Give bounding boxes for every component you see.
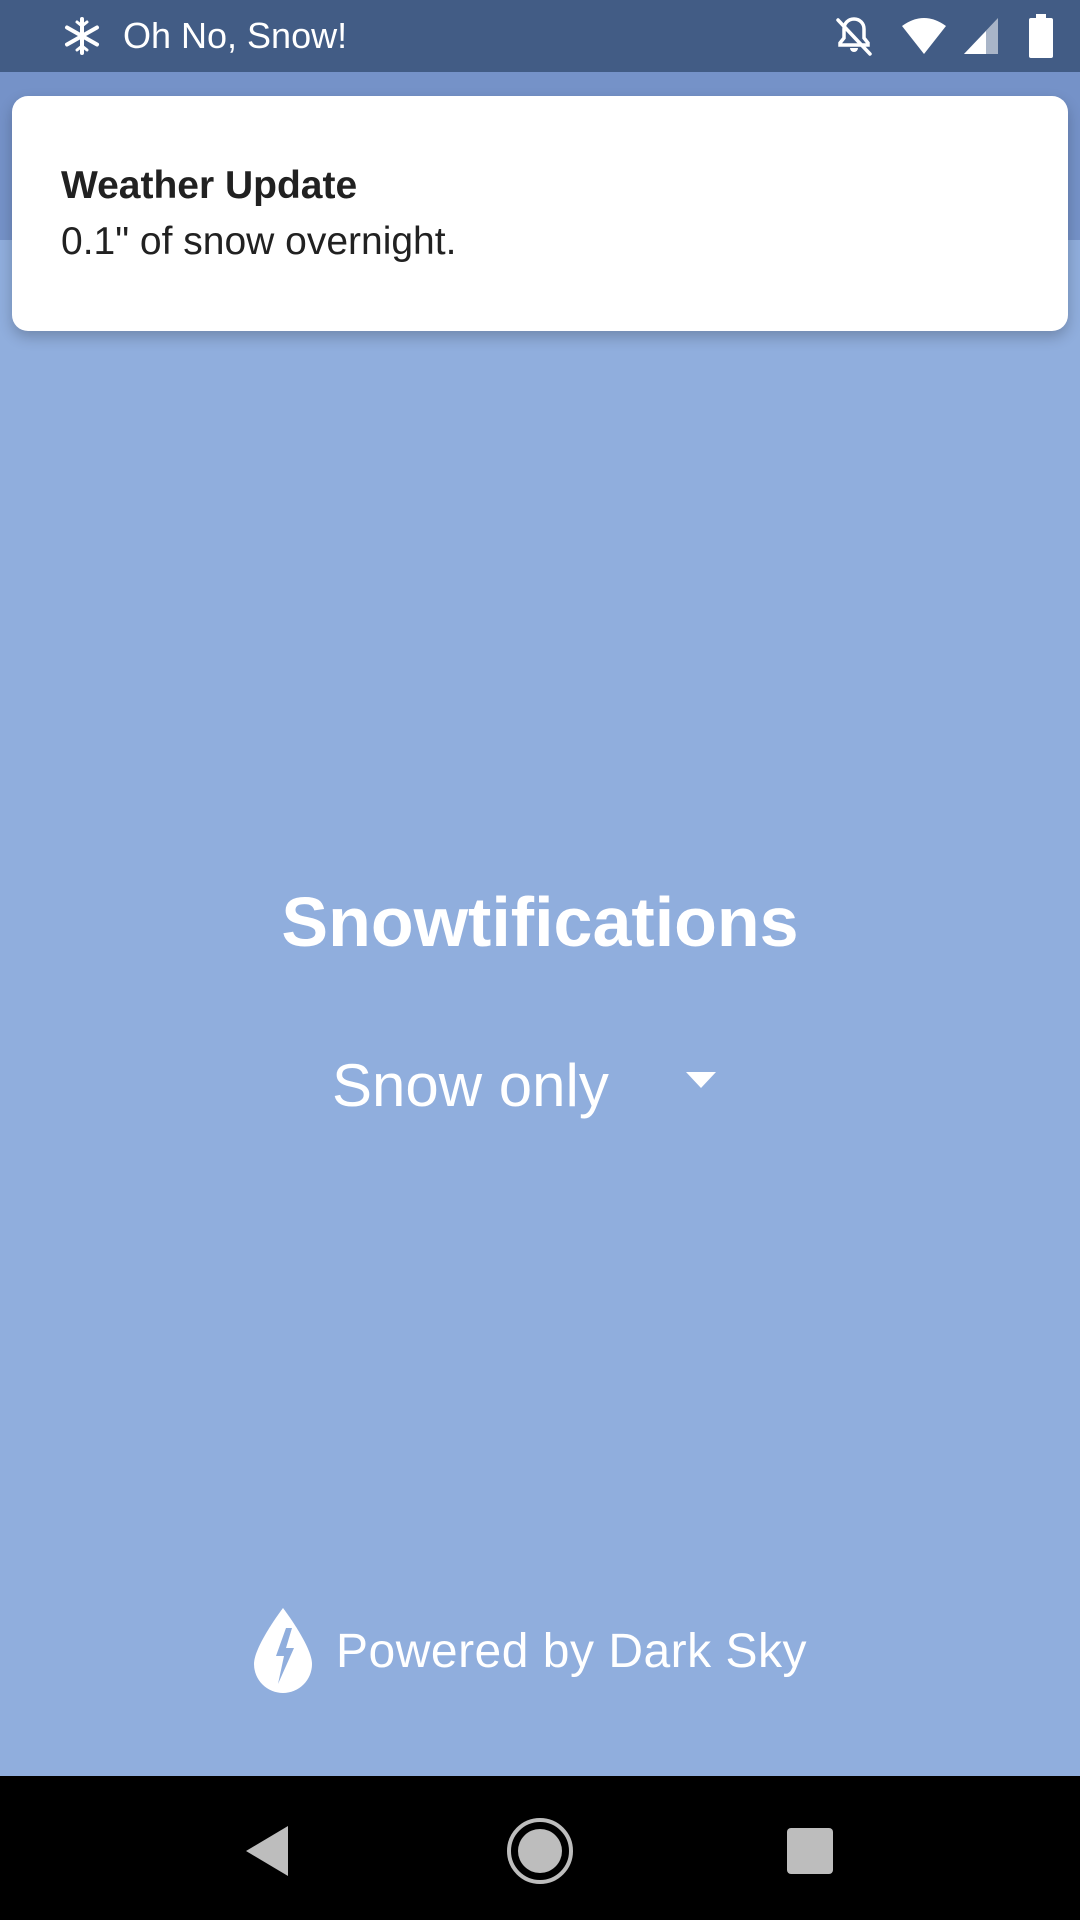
dropdown-selected-value: Snow only	[332, 1052, 609, 1119]
dark-sky-logo	[254, 1608, 312, 1693]
wifi-icon	[902, 18, 946, 54]
dropdown-arrow-icon	[686, 1072, 716, 1088]
cell-signal-icon	[964, 18, 998, 54]
system-nav-bar	[0, 1776, 1080, 1920]
home-icon[interactable]	[505, 1816, 575, 1886]
page-title: Snowtifications	[281, 883, 799, 961]
snowflake-icon	[65, 17, 99, 55]
notification-card[interactable]: Weather Update 0.1" of snow overnight.	[12, 96, 1068, 331]
notification-type-dropdown[interactable]: Snow only	[318, 1040, 738, 1130]
notifications-off-icon	[836, 17, 872, 56]
status-icons	[832, 14, 1053, 58]
recents-icon[interactable]	[775, 1816, 845, 1886]
status-app-title: Oh No, Snow!	[123, 15, 348, 56]
notification-title: Weather Update	[61, 164, 358, 207]
back-icon[interactable]	[232, 1816, 302, 1886]
powered-by-dark-sky[interactable]: Powered by Dark Sky	[250, 1606, 850, 1696]
status-bar: Oh No, Snow!	[0, 0, 1080, 72]
notification-text: 0.1" of snow overnight.	[61, 220, 457, 263]
app-screen: Oh No, Snow! Weather Update 0.1" of snow…	[0, 0, 1080, 1920]
powered-by-label: Powered by Dark Sky	[336, 1625, 808, 1678]
battery-icon	[1029, 14, 1053, 58]
